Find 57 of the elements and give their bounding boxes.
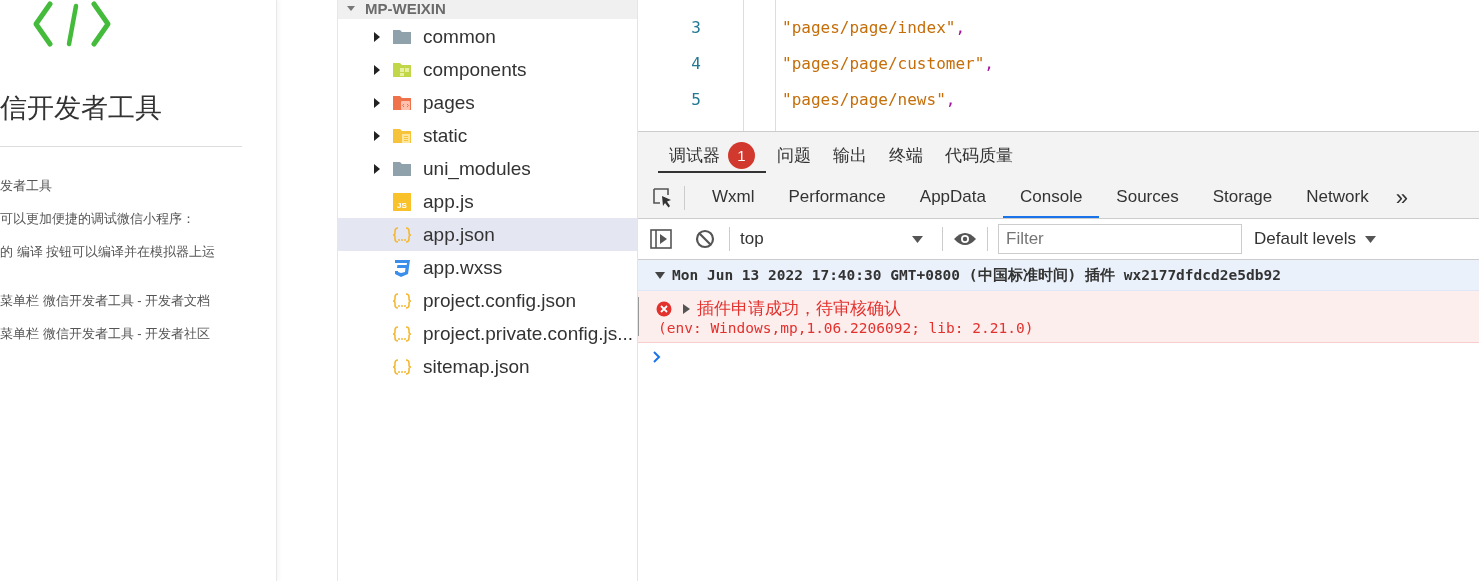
file-tree-item[interactable]: static <box>338 119 637 152</box>
braces-file-icon <box>392 290 412 311</box>
intro-text: 发者工具 <box>0 177 53 195</box>
panel-tab[interactable]: 问题 <box>766 140 822 173</box>
dropdown-caret-icon <box>911 234 924 244</box>
filter-field[interactable]: Filter <box>998 224 1242 254</box>
app-title: 信开发者工具 <box>0 92 163 125</box>
context-select[interactable]: top <box>732 224 932 254</box>
file-tree-item[interactable]: project.private.config.js... <box>338 317 637 350</box>
error-detail: (env: Windows,mp,1.06.2206092; lib: 2.21.0) <box>658 320 1034 336</box>
tool-tab[interactable]: Sources <box>1099 177 1196 218</box>
code-line: "pages/page/index", <box>782 17 967 39</box>
clear-icon[interactable] <box>695 229 715 249</box>
tool-tab[interactable]: AppData <box>902 177 1003 218</box>
line-number: 5 <box>690 89 702 111</box>
file-tree-item[interactable]: app.wxss <box>338 251 637 284</box>
tool-tab[interactable]: Console <box>1003 177 1100 218</box>
panel-tab[interactable]: 输出 <box>822 140 878 173</box>
prompt-chevron-icon <box>652 350 662 364</box>
file-tree-item[interactable]: project.config.json <box>338 284 637 317</box>
error-message: 插件申请成功，待审核确认 <box>697 298 901 320</box>
panel-tab[interactable]: 调试器 1 <box>658 140 766 173</box>
file-tree-item[interactable]: common <box>338 20 637 53</box>
file-tree-item[interactable]: pages <box>338 86 637 119</box>
intro-text: 菜单栏 微信开发者工具 - 开发者社区 <box>0 325 212 343</box>
count-badge: 1 <box>728 142 755 169</box>
error-icon <box>656 300 672 317</box>
line-number: 3 <box>690 17 702 39</box>
file-tree-item[interactable]: app.json <box>338 218 637 251</box>
line-number: 4 <box>690 53 702 75</box>
braces-file-icon <box>392 356 412 377</box>
code-logo-icon <box>32 0 112 48</box>
code-line: "pages/page/news", <box>782 89 957 111</box>
project-root[interactable]: MP-WEIXIN <box>338 0 637 19</box>
code-line: "pages/page/customer", <box>782 53 995 75</box>
log-group-header[interactable]: Mon Jun 13 2022 17:40:30 GMT+0800 (中国标准时间) 插件 wx2177dfdcd2e5db92 <box>638 260 1479 291</box>
tool-tab[interactable]: Performance <box>771 177 903 218</box>
js-file-icon: JS <box>392 191 412 212</box>
tool-tab[interactable]: Storage <box>1195 177 1290 218</box>
more-tabs-button[interactable]: » <box>1385 184 1418 211</box>
file-tree-item[interactable]: JS app.js <box>338 185 637 218</box>
dropdown-caret-icon <box>1364 234 1378 244</box>
panel-tab[interactable]: 代码质量 <box>934 140 1024 173</box>
tool-tab[interactable]: Network <box>1289 177 1386 218</box>
intro-text: 菜单栏 微信开发者工具 - 开发者文档 <box>0 292 212 310</box>
intro-text: 可以更加便捷的调试微信小程序： <box>0 210 196 228</box>
file-tree-item[interactable]: sitemap.json <box>338 350 637 383</box>
braces-file-icon <box>392 323 412 344</box>
tool-tab[interactable]: Wxml <box>695 177 772 218</box>
intro-text: 的 编译 按钮可以编译并在模拟器上运 <box>0 243 217 261</box>
panel-tab[interactable]: 终端 <box>878 140 934 173</box>
sidebar-toggle-icon[interactable] <box>650 229 672 249</box>
css-file-icon <box>392 257 412 278</box>
log-levels-dropdown[interactable]: Default levels <box>1242 229 1390 249</box>
file-tree-item[interactable]: uni_modules <box>338 152 637 185</box>
braces-file-icon <box>392 224 412 245</box>
file-tree-item[interactable]: components <box>338 53 637 86</box>
